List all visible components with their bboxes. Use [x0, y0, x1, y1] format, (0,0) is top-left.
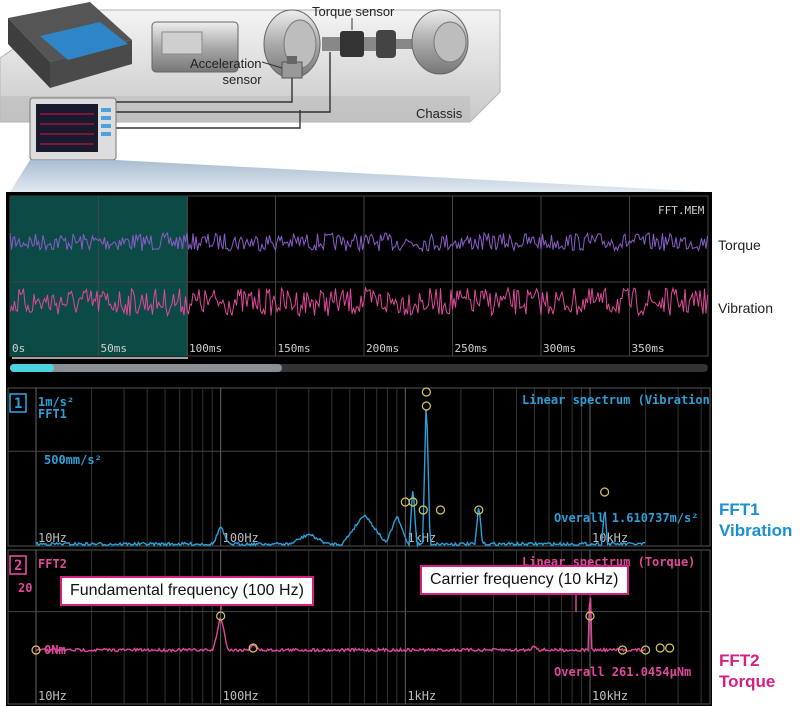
fft1-y-mid-label: 500mm/s²	[44, 453, 102, 467]
fft1-side-label: FFT1 Vibration	[719, 499, 792, 541]
time-tick-label: 250ms	[455, 342, 488, 355]
fft2-overall-value: Overall 261.0454µNm	[554, 665, 691, 679]
scroll-position	[10, 364, 54, 372]
fft2-x-tick-label: 1kHz	[407, 689, 436, 703]
torque-side-label: Torque	[718, 237, 761, 253]
time-tick-label: 0s	[12, 342, 25, 355]
fft2-side-label-line1: FFT2	[719, 651, 760, 670]
zoom-funnel	[10, 160, 710, 192]
fft2-number: 2	[14, 558, 22, 574]
fft2-y-top-label: 20	[18, 581, 32, 595]
mode-label: FFT.MEM	[658, 204, 705, 217]
fft1-title: Linear spectrum (Vibration)	[522, 393, 712, 407]
time-tick-label: 100ms	[189, 342, 222, 355]
screen-canvas: FFT.MEM 0s 50ms 100ms 150ms 200ms 250ms 300ms 35…	[7, 195, 712, 705]
fft2-side-label-line2: Torque	[719, 672, 776, 691]
time-tick-label: 300ms	[543, 342, 576, 355]
fft1-overall-value: Overall 1.610737m/s²	[554, 511, 699, 525]
dynamometer	[411, 9, 469, 75]
carrier-frequency-callout: Carrier frequency (10 kHz)	[420, 565, 629, 595]
time-tick-label: 200ms	[366, 342, 399, 355]
fft1-side-label-line1: FFT1	[719, 500, 760, 519]
fft2-side-label: FFT2 Torque	[719, 650, 775, 692]
fft1-number: 1	[14, 396, 22, 412]
time-tick-label: 150ms	[278, 342, 311, 355]
recorder-screen: FFT.MEM 0s 50ms 100ms 150ms 200ms 250ms 300ms 35…	[6, 192, 712, 706]
chassis-label: Chassis	[416, 106, 463, 121]
vibration-side-label: Vibration	[718, 300, 774, 316]
torque-sensor-label: Torque sensor	[312, 4, 395, 19]
fundamental-frequency-callout: Fundamental frequency (100 Hz)	[60, 576, 314, 606]
recorder-device	[29, 97, 117, 161]
time-tick-label: 350ms	[632, 342, 665, 355]
fft2-x-tick-label: 10kHz	[592, 689, 628, 703]
fft1-name: FFT1	[38, 407, 67, 421]
equipment-diagram	[0, 2, 710, 192]
fft2-x-tick-label: 10Hz	[38, 689, 67, 703]
acceleration-sensor-label: Acceleration sensor	[190, 56, 262, 87]
fft1-side-label-line2: Vibration	[719, 521, 793, 540]
fft2-x-tick-label: 100Hz	[223, 689, 259, 703]
fft2-name: FFT2	[38, 557, 67, 571]
fft2-y-zero-label: 0Nm	[44, 643, 66, 657]
time-tick-label: 50ms	[101, 342, 128, 355]
